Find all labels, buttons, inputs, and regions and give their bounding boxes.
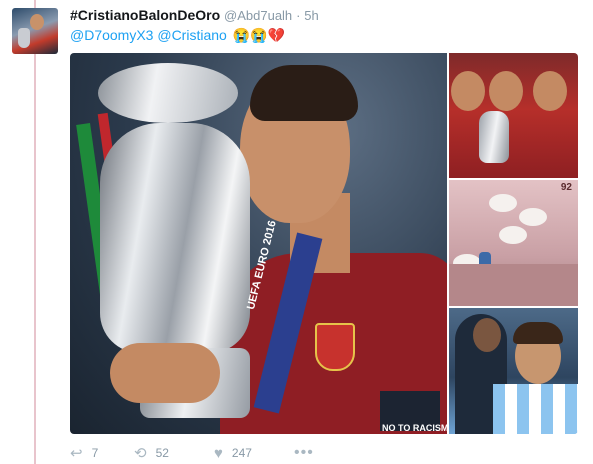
- photo-hair: [513, 322, 563, 344]
- photo-crest: [315, 323, 355, 371]
- like-count: 247: [231, 446, 252, 460]
- armband-text: NO TO RACISM: [382, 423, 447, 433]
- avatar-trophy: [18, 28, 30, 48]
- heart-icon: ♥: [214, 444, 223, 462]
- display-name[interactable]: #CristianoBalonDeOro: [70, 7, 220, 23]
- user-handle[interactable]: @Abd7ualh: [224, 8, 292, 23]
- mention-link[interactable]: @D7oomyX3: [70, 27, 153, 43]
- cartoon-angel: [519, 208, 547, 226]
- photo-figure: [533, 71, 567, 111]
- photo-face: [473, 318, 501, 352]
- retweet-icon: ⟲: [134, 445, 147, 462]
- like-button[interactable]: ♥ 247: [214, 445, 294, 462]
- cartoon-ground: [449, 264, 578, 306]
- thread-line: [34, 0, 36, 464]
- side-photo-messi[interactable]: [449, 308, 578, 434]
- photo-figure: [451, 71, 485, 111]
- photo-jersey: [493, 384, 578, 434]
- retweet-count: 52: [155, 446, 169, 460]
- timestamp[interactable]: 5h: [304, 8, 318, 23]
- side-photo-celebration[interactable]: [449, 53, 578, 178]
- reply-count: 7: [91, 446, 99, 460]
- more-icon: •••: [294, 444, 314, 461]
- mention-link[interactable]: @Cristiano: [157, 27, 226, 43]
- cartoon-label: 92: [560, 182, 572, 193]
- photo-trophy: [479, 111, 509, 163]
- reply-button[interactable]: ↩ 7: [70, 444, 134, 462]
- tweet-actions: ↩ 7 ⟲ 52 ♥ 247 •••: [70, 444, 314, 462]
- main-photo[interactable]: UEFA EURO 2016 NO TO RACISM: [70, 53, 447, 434]
- cartoon-angel: [499, 226, 527, 244]
- media-grid: UEFA EURO 2016 NO TO RACISM 92: [70, 53, 578, 434]
- avatar[interactable]: [12, 8, 58, 54]
- retweet-button[interactable]: ⟲ 52: [134, 444, 214, 462]
- tweet-text: @D7oomyX3 @Cristiano 😭😭💔: [70, 26, 285, 44]
- tweet-header: #CristianoBalonDeOro @Abd7ualh · 5h: [70, 6, 319, 25]
- side-photo-cartoon[interactable]: 92: [449, 180, 578, 306]
- photo-hair: [250, 65, 358, 121]
- photo-trophy: [100, 123, 250, 353]
- separator: ·: [296, 8, 301, 23]
- emoji-text: 😭😭💔: [232, 27, 285, 43]
- cartoon-angel: [489, 194, 517, 212]
- photo-trophy-handles: [98, 63, 238, 123]
- reply-icon: ↩: [70, 445, 83, 462]
- more-options-button[interactable]: •••: [294, 444, 314, 462]
- photo-figure: [489, 71, 523, 111]
- avatar-face: [30, 14, 44, 30]
- photo-hand: [110, 343, 220, 403]
